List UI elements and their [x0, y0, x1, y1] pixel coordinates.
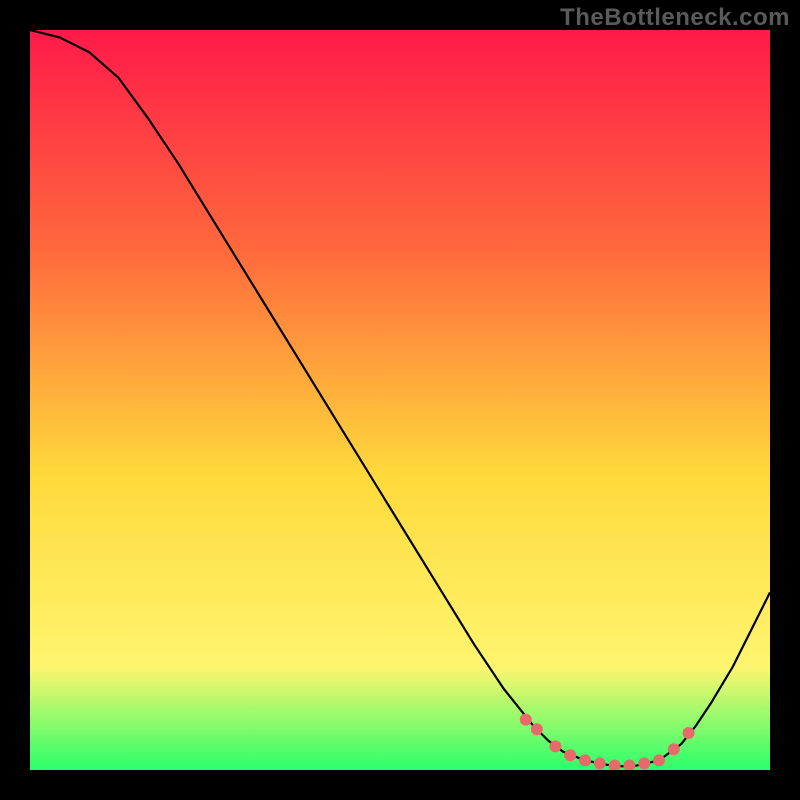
- marker-dot: [531, 723, 543, 735]
- marker-dot: [549, 740, 561, 752]
- marker-dot: [579, 754, 591, 766]
- marker-dot: [564, 749, 576, 761]
- marker-dot: [638, 757, 650, 769]
- marker-dot: [594, 757, 606, 769]
- chart-frame: TheBottleneck.com: [0, 0, 800, 800]
- marker-dot: [520, 714, 532, 726]
- watermark-text: TheBottleneck.com: [560, 4, 790, 32]
- marker-dot: [668, 743, 680, 755]
- marker-dot: [683, 727, 695, 739]
- marker-dot: [653, 754, 665, 766]
- plot-area: [30, 30, 770, 770]
- gradient-background: [30, 30, 770, 770]
- bottleneck-chart-svg: [30, 30, 770, 770]
